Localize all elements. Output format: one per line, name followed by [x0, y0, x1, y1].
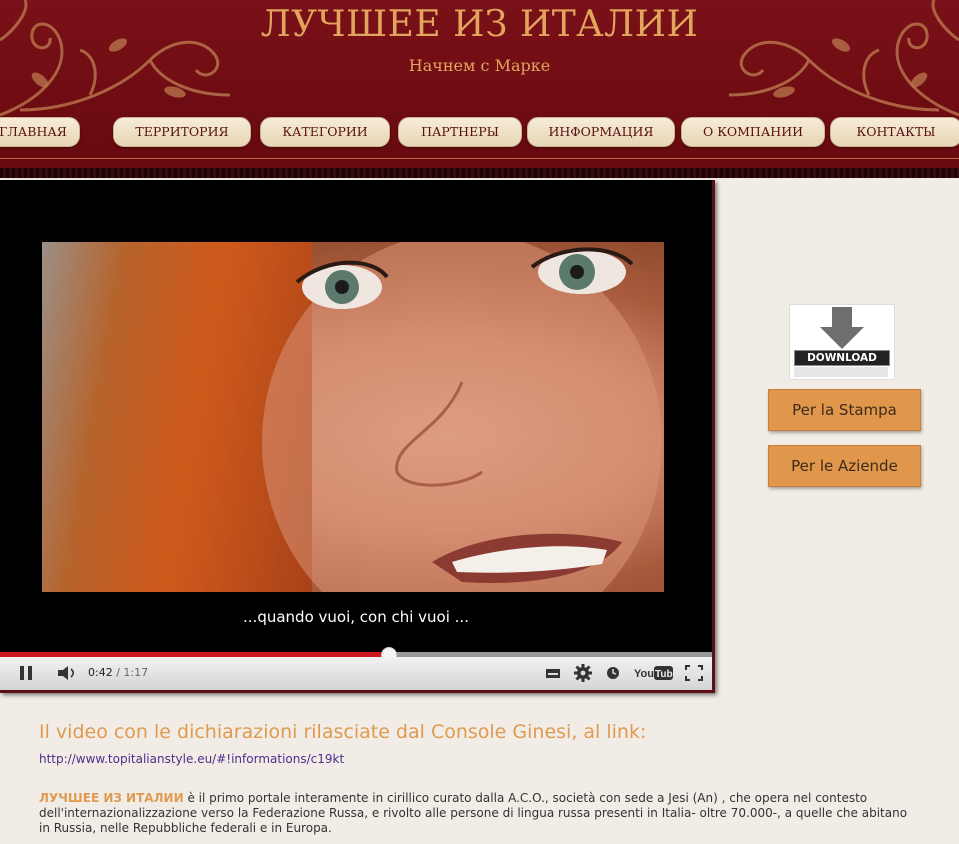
download-arrow-icon [794, 307, 888, 377]
nav-item-contacts[interactable]: КОНТАКТЫ [830, 117, 959, 147]
video-player[interactable]: ...quando vuoi, con chi vuoi ... 0:42 / … [0, 180, 715, 693]
nav-divider [0, 158, 959, 159]
nav-item-about[interactable]: О КОМПАНИИ [681, 117, 825, 147]
video-duration: 1:17 [123, 666, 149, 679]
nav-item-partners[interactable]: ПАРТНЕРЫ [398, 117, 522, 147]
video-subtitle: ...quando vuoi, con chi vuoi ... [243, 608, 469, 626]
fullscreen-icon[interactable] [684, 664, 704, 682]
about-brand[interactable]: ЛУЧШЕЕ ИЗ ИТАЛИИ [39, 791, 184, 805]
svg-text:Tube: Tube [655, 669, 674, 680]
svg-text:You: You [634, 668, 654, 680]
nav-item-categories[interactable]: КАТЕГОРИИ [260, 117, 390, 147]
press-button[interactable]: Per la Stampa [768, 389, 921, 431]
download-label: DOWNLOAD [794, 350, 890, 366]
video-controls: 0:42 / 1:17 You Tube [0, 657, 712, 690]
volume-icon[interactable] [56, 664, 78, 682]
about-paragraph: ЛУЧШЕЕ ИЗ ИТАЛИИ è il primo portale inte… [39, 791, 919, 836]
settings-gear-icon[interactable] [574, 664, 592, 682]
download-button[interactable]: DOWNLOAD [789, 304, 895, 380]
video-frame-image[interactable] [42, 242, 664, 592]
watch-later-clock-icon[interactable] [606, 664, 620, 682]
nav-item-information[interactable]: ИНФОРМАЦИЯ [527, 117, 675, 147]
main-nav: ГЛАВНАЯ ТЕРРИТОРИЯ КАТЕГОРИИ ПАРТНЕРЫ ИН… [0, 117, 959, 147]
site-title[interactable]: ЛУЧШЕЕ ИЗ ИТАЛИИ [0, 4, 959, 45]
nav-item-territory[interactable]: ТЕРРИТОРИЯ [113, 117, 251, 147]
header-fringe [0, 168, 959, 178]
site-subtitle: Начнем с Марке [408, 56, 551, 75]
video-face-icon [262, 242, 662, 592]
companies-button[interactable]: Per le Aziende [768, 445, 921, 487]
video-time: 0:42 / 1:17 [88, 666, 149, 679]
video-heading: Il video con le dichiarazioni rilasciate… [39, 721, 647, 743]
captions-icon[interactable] [545, 664, 561, 682]
site-header: ЛУЧШЕЕ ИЗ ИТАЛИИ Начнем с Марке ГЛАВНАЯ … [0, 0, 959, 178]
video-link[interactable]: http://www.topitalianstyle.eu/#!informat… [39, 752, 344, 766]
current-time: 0:42 [88, 666, 113, 679]
nav-item-home[interactable]: ГЛАВНАЯ [0, 117, 80, 147]
youtube-logo-icon[interactable]: You Tube [634, 664, 674, 682]
pause-icon[interactable] [18, 664, 34, 682]
